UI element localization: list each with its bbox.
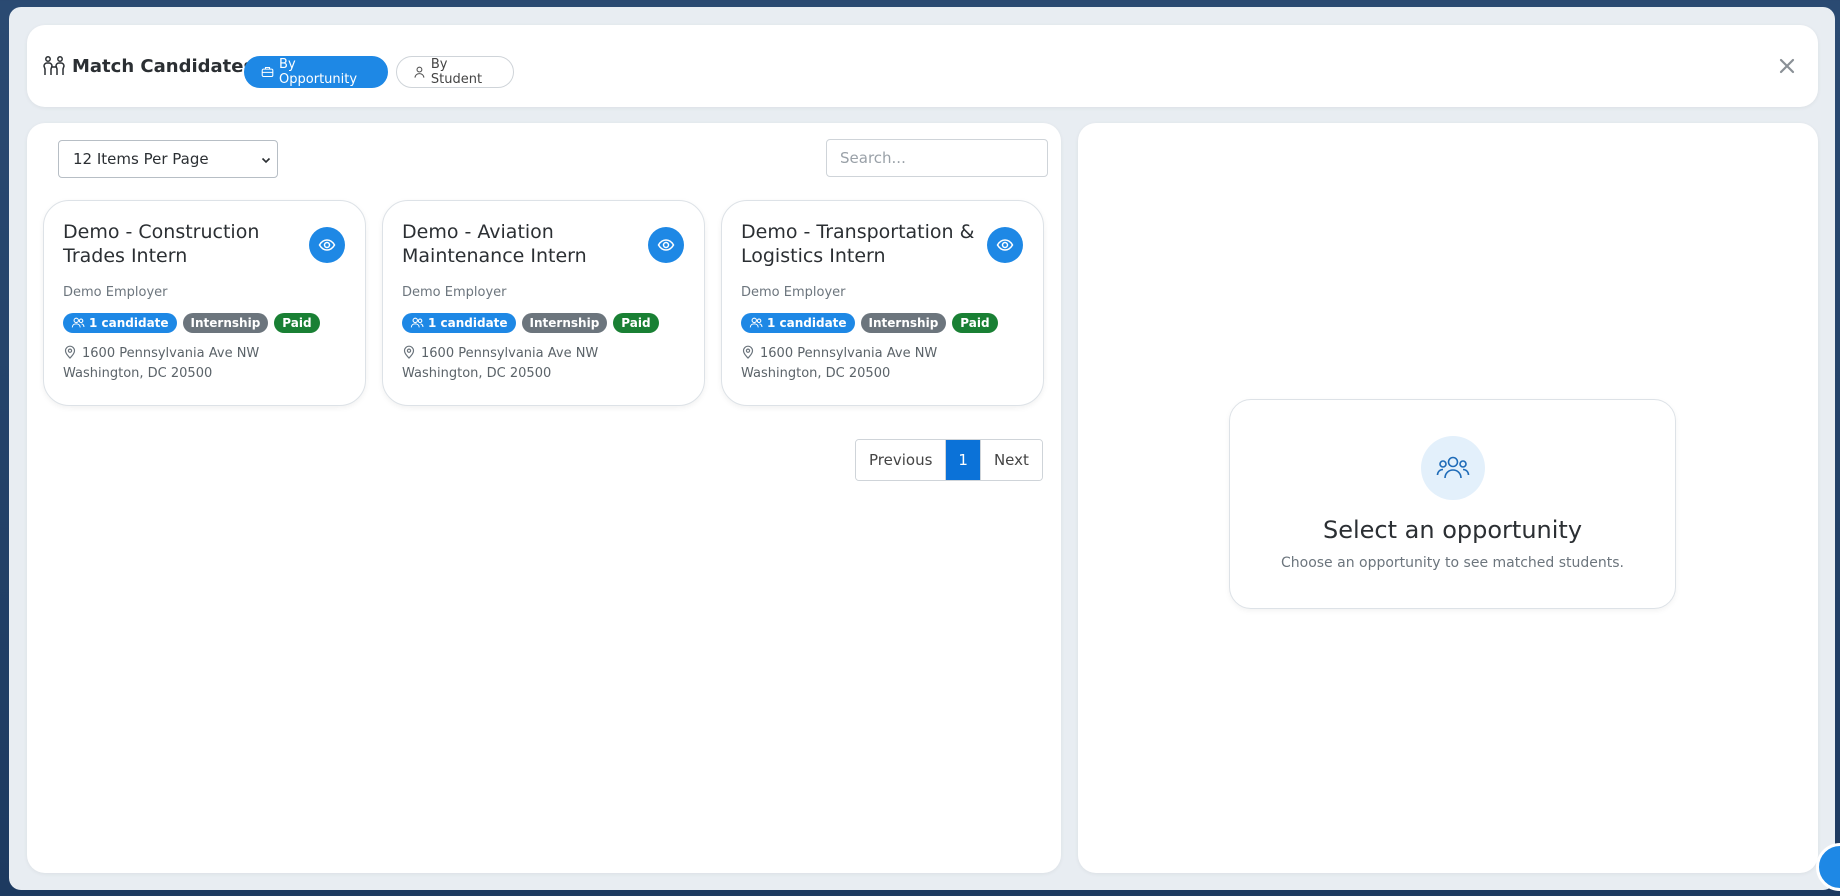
tab-by-student[interactable]: By Student	[396, 56, 514, 88]
items-per-page-value: 12 Items Per Page	[73, 150, 209, 168]
empty-state-icon-circle	[1421, 436, 1485, 500]
type-badge: Internship	[182, 313, 269, 333]
tab-by-opportunity[interactable]: By Opportunity	[244, 56, 388, 88]
opportunity-card[interactable]: Demo - Aviation Maintenance Intern Demo …	[382, 200, 705, 406]
opportunity-title: Demo - Aviation Maintenance Intern	[402, 221, 587, 267]
pay-badge: Paid	[613, 313, 659, 333]
candidate-count-badge: 1 candidate	[402, 313, 516, 333]
address-line-2: Washington, DC 20500	[63, 366, 213, 381]
users-icon	[71, 317, 85, 328]
candidate-count: 1 candidate	[767, 316, 847, 330]
pay-badge: Paid	[274, 313, 320, 333]
empty-state: Select an opportunity Choose an opportun…	[1229, 399, 1676, 609]
candidate-count-badge: 1 candidate	[63, 313, 177, 333]
chevron-down-icon	[261, 157, 271, 164]
opportunity-card[interactable]: Demo - Transportation & Logistics Intern…	[721, 200, 1044, 406]
map-pin-icon	[64, 345, 76, 359]
employer-name: Demo Employer	[402, 285, 507, 300]
view-opportunity-button[interactable]	[309, 227, 345, 263]
badge-group: 1 candidate Internship Paid	[63, 313, 320, 333]
employer-name: Demo Employer	[741, 285, 846, 300]
match-candidates-modal: Match Candidates By Opportunity By Stude…	[9, 7, 1835, 890]
modal-title-text: Match Candidates	[72, 55, 255, 77]
type-badge: Internship	[521, 313, 608, 333]
address: 1600 Pennsylvania Ave NW Washington, DC …	[63, 344, 259, 384]
person-icon	[414, 66, 425, 78]
eye-icon	[996, 239, 1014, 251]
address-line-1: 1600 Pennsylvania Ave NW	[760, 346, 938, 361]
close-icon[interactable]	[1776, 55, 1798, 77]
briefcase-icon	[261, 66, 274, 78]
candidate-count-badge: 1 candidate	[741, 313, 855, 333]
address-line-2: Washington, DC 20500	[402, 366, 552, 381]
users-icon	[410, 317, 424, 328]
opportunity-list-panel: 12 Items Per Page Demo - Construction Tr…	[27, 123, 1061, 873]
items-per-page-select[interactable]: 12 Items Per Page	[58, 140, 278, 178]
page-1-button[interactable]: 1	[945, 440, 980, 480]
view-opportunity-button[interactable]	[648, 227, 684, 263]
users-icon	[749, 317, 763, 328]
candidate-count: 1 candidate	[89, 316, 169, 330]
badge-group: 1 candidate Internship Paid	[402, 313, 659, 333]
next-page-button[interactable]: Next	[979, 440, 1042, 480]
map-pin-icon	[403, 345, 415, 359]
people-group-icon	[1436, 456, 1470, 479]
candidate-count: 1 candidate	[428, 316, 508, 330]
pagination: Previous 1 Next	[855, 439, 1043, 481]
address-line-1: 1600 Pennsylvania Ave NW	[421, 346, 599, 361]
opportunity-card[interactable]: Demo - Construction Trades Intern Demo E…	[43, 200, 366, 406]
address: 1600 Pennsylvania Ave NW Washington, DC …	[402, 344, 598, 384]
employer-name: Demo Employer	[63, 285, 168, 300]
previous-page-button[interactable]: Previous	[856, 440, 946, 480]
tab-by-opportunity-label: By Opportunity	[279, 57, 358, 87]
empty-state-title: Select an opportunity	[1322, 516, 1583, 544]
opportunity-title: Demo - Transportation & Logistics Intern	[741, 221, 975, 267]
search-input[interactable]	[826, 139, 1048, 177]
opportunity-title: Demo - Construction Trades Intern	[63, 221, 260, 267]
view-opportunity-button[interactable]	[987, 227, 1023, 263]
map-pin-icon	[742, 345, 754, 359]
people-icon	[43, 56, 65, 75]
address-line-1: 1600 Pennsylvania Ave NW	[82, 346, 260, 361]
modal-header: Match Candidates By Opportunity By Stude…	[27, 25, 1818, 107]
address-line-2: Washington, DC 20500	[741, 366, 891, 381]
badge-group: 1 candidate Internship Paid	[741, 313, 998, 333]
eye-icon	[657, 239, 675, 251]
type-badge: Internship	[860, 313, 947, 333]
empty-state-subtitle: Choose an opportunity to see matched stu…	[1280, 555, 1624, 571]
eye-icon	[318, 239, 336, 251]
tab-by-student-label: By Student	[430, 57, 483, 87]
modal-title: Match Candidates	[42, 25, 254, 107]
address: 1600 Pennsylvania Ave NW Washington, DC …	[741, 344, 937, 384]
matched-students-panel: Select an opportunity Choose an opportun…	[1078, 123, 1818, 873]
pay-badge: Paid	[952, 313, 998, 333]
